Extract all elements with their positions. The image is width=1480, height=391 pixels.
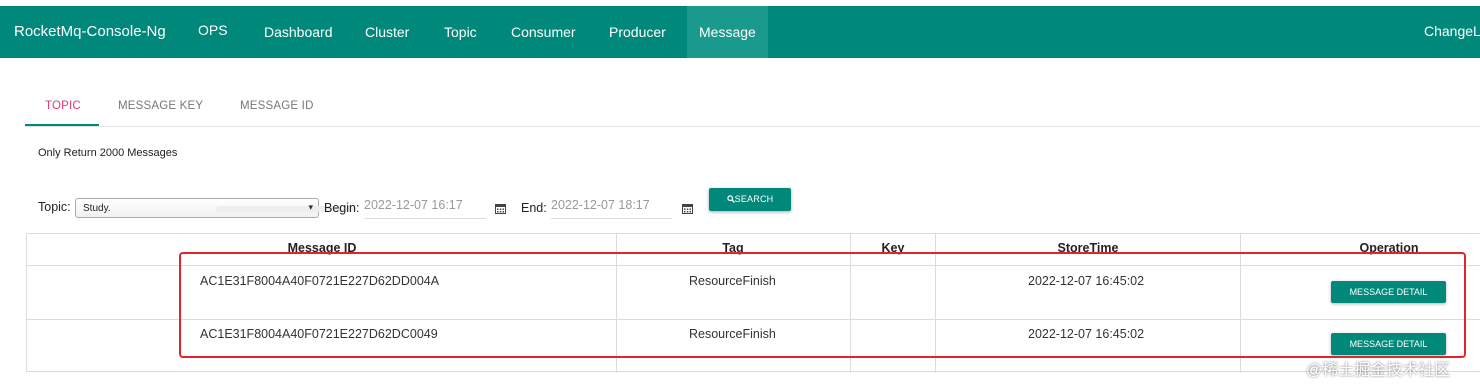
top-navbar: RocketMq-Console-Ng OPS Dashboard Cluste… (0, 6, 1480, 58)
topic-label: Topic: (38, 200, 71, 214)
search-button[interactable]: SEARCH (709, 188, 791, 211)
end-date-input[interactable]: 2022-12-07 18:17 (551, 198, 672, 219)
nav-cluster[interactable]: Cluster (365, 6, 409, 58)
brand-logo[interactable]: RocketMq-Console-Ng (14, 23, 166, 40)
result-limit-note: Only Return 2000 Messages (38, 147, 178, 159)
calendar-icon[interactable] (682, 203, 693, 214)
tab-topic[interactable]: TOPIC (45, 100, 81, 112)
topic-select-value: Study. (83, 203, 111, 214)
begin-label: Begin: (324, 201, 360, 215)
nav-consumer[interactable]: Consumer (511, 6, 576, 58)
begin-date-input[interactable]: 2022-12-07 16:17 (364, 198, 486, 219)
end-label: End: (521, 201, 547, 215)
highlight-annotation-box (179, 252, 1466, 358)
search-icon (726, 195, 735, 203)
chevron-down-icon: ▾ (308, 202, 313, 212)
query-tabs: TOPIC MESSAGE KEY MESSAGE ID (25, 84, 1480, 127)
tab-message-id[interactable]: MESSAGE ID (240, 100, 314, 112)
nav-dashboard[interactable]: Dashboard (264, 6, 333, 58)
watermark: @稀土掘金技术社区 (1306, 362, 1451, 379)
tab-message-key[interactable]: MESSAGE KEY (118, 100, 203, 112)
topic-select[interactable]: Study. ▾ (75, 198, 356, 218)
change-language-menu[interactable]: ChangeLa (1424, 23, 1480, 39)
calendar-icon[interactable] (495, 203, 506, 214)
nav-topic[interactable]: Topic (444, 6, 477, 58)
nav-message[interactable]: Message (687, 6, 768, 58)
active-tab-indicator (25, 124, 99, 126)
nav-ops[interactable]: OPS (198, 6, 228, 58)
nav-producer[interactable]: Producer (609, 6, 666, 58)
search-button-label: SEARCH (734, 194, 774, 204)
